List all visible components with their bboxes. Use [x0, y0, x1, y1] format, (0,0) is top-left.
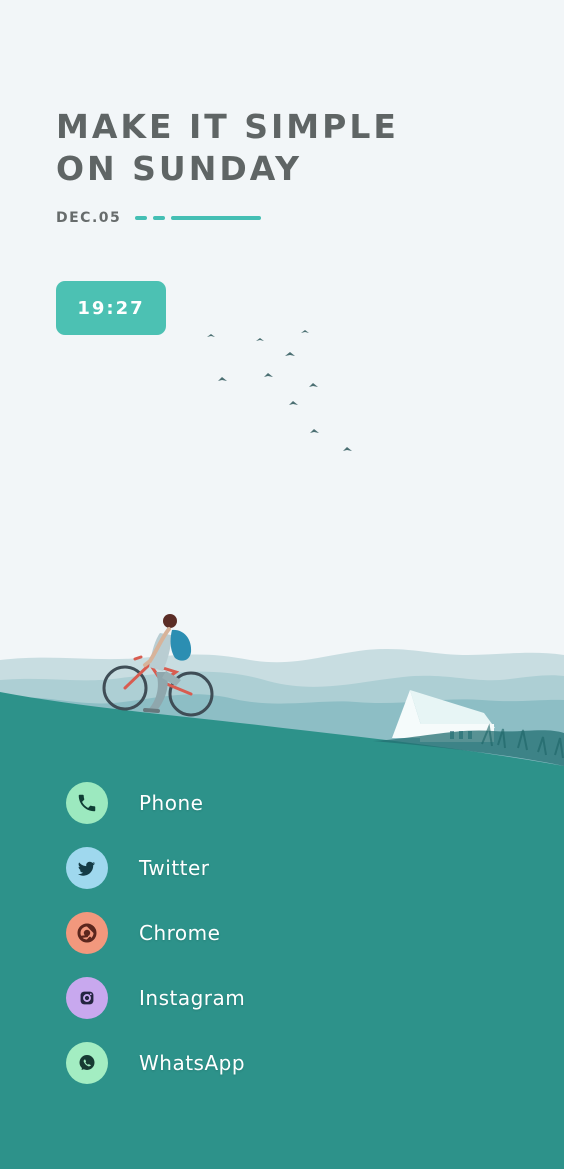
date-row: DEC.05 — [56, 210, 262, 226]
progress-line — [171, 216, 262, 220]
home-screen: MAKE IT SIMPLE ON SUNDAY DEC.05 19:27 Ph… — [0, 0, 564, 1169]
whatsapp-icon — [66, 1042, 108, 1084]
chrome-label: Chrome — [139, 921, 221, 945]
progress-dash-1 — [135, 216, 148, 220]
time-text: 19:27 — [77, 297, 145, 319]
date-progress-indicator — [135, 216, 262, 220]
twitter-icon — [66, 847, 108, 889]
twitter-app-shortcut[interactable]: Twitter — [66, 847, 386, 889]
headline-line-1: MAKE IT SIMPLE — [56, 107, 399, 146]
headline: MAKE IT SIMPLE ON SUNDAY — [56, 106, 399, 190]
app-shortcut-list: Phone Twitter Chrome Instagram WhatsApp — [66, 782, 386, 1107]
instagram-app-shortcut[interactable]: Instagram — [66, 977, 386, 1019]
phone-app-shortcut[interactable]: Phone — [66, 782, 386, 824]
time-widget[interactable]: 19:27 — [56, 281, 166, 335]
whatsapp-app-shortcut[interactable]: WhatsApp — [66, 1042, 386, 1084]
instagram-icon — [66, 977, 108, 1019]
chrome-icon — [66, 912, 108, 954]
whatsapp-label: WhatsApp — [139, 1051, 246, 1075]
instagram-label: Instagram — [139, 986, 246, 1010]
progress-dash-2 — [153, 216, 166, 220]
chrome-app-shortcut[interactable]: Chrome — [66, 912, 386, 954]
headline-line-2: ON SUNDAY — [56, 149, 303, 188]
phone-icon — [66, 782, 108, 824]
twitter-label: Twitter — [139, 856, 210, 880]
date-label: DEC.05 — [56, 210, 122, 226]
phone-label: Phone — [139, 791, 204, 815]
